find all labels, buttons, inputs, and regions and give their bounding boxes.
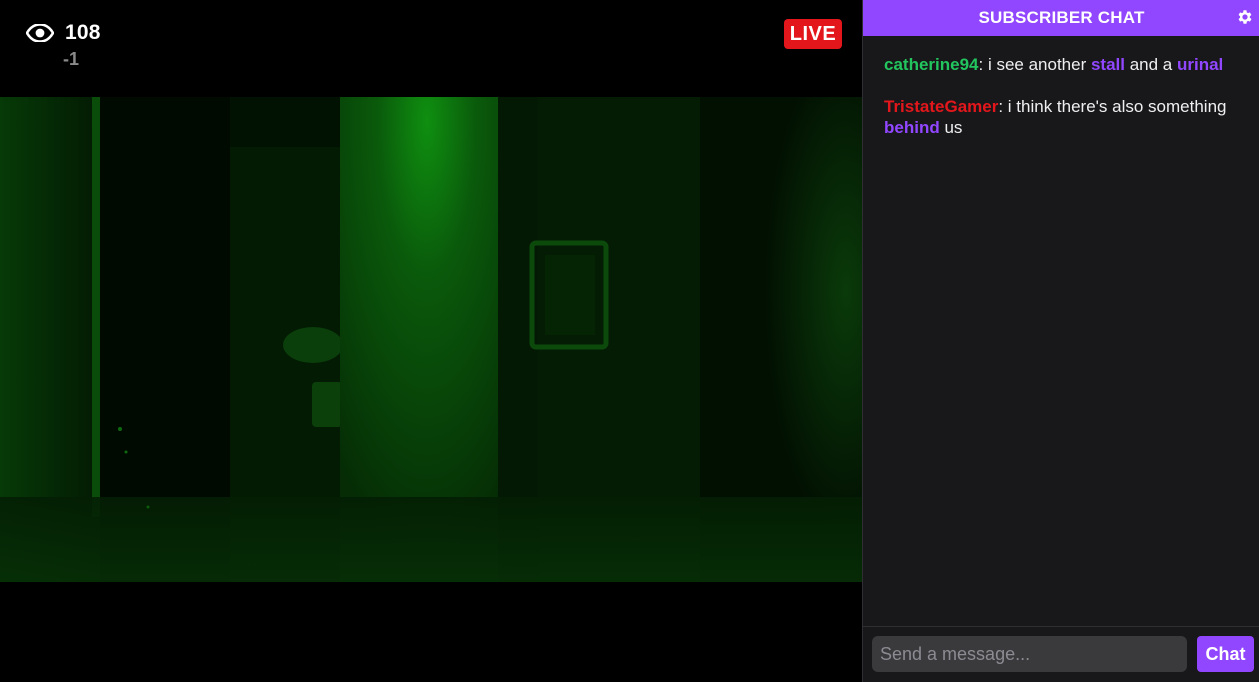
chat-keyword: stall: [1090, 55, 1125, 74]
chat-keyword: behind: [884, 118, 940, 137]
eye-icon: [26, 24, 54, 42]
chat-input-bar: Chat: [863, 626, 1259, 682]
chat-message-text: : i see another: [978, 55, 1091, 74]
viewer-delta: -1: [63, 49, 80, 69]
chat-message-input[interactable]: [872, 636, 1187, 672]
chat-send-button[interactable]: Chat: [1197, 636, 1254, 672]
chat-panel: SUBSCRIBER CHAT catherine94: i see anoth…: [862, 0, 1259, 682]
chat-message: TristateGamer: i think there's also some…: [884, 96, 1244, 138]
night-vision-scene: [0, 97, 862, 582]
chat-message: catherine94: i see another stall and a u…: [884, 54, 1244, 75]
live-badge: LIVE: [784, 19, 842, 49]
chat-message-text: : i think there's also something: [998, 97, 1227, 116]
video-player[interactable]: 108 -1 LIVE: [0, 0, 862, 682]
chat-message-list: catherine94: i see another stall and a u…: [884, 54, 1244, 159]
gear-icon[interactable]: [1236, 8, 1254, 26]
chat-message-text: and a: [1125, 55, 1177, 74]
viewer-counter: 108 -1: [26, 21, 101, 69]
viewer-count: 108: [65, 21, 101, 44]
chat-header: SUBSCRIBER CHAT: [863, 0, 1259, 36]
chat-message-text: us: [939, 118, 963, 137]
chat-header-title: SUBSCRIBER CHAT: [978, 8, 1145, 27]
chat-username[interactable]: TristateGamer: [884, 97, 998, 116]
video-frame: [0, 97, 862, 582]
chat-username[interactable]: catherine94: [884, 55, 979, 74]
chat-keyword: urinal: [1177, 55, 1224, 74]
